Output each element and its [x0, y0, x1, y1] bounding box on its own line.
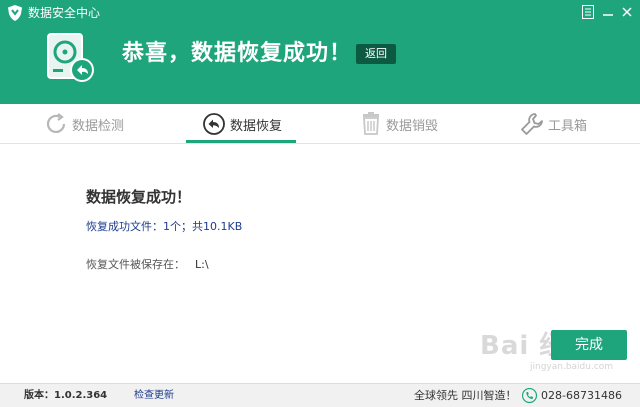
header-banner: 数据安全中心 恭喜，数据恢复成功！ 返回 — [0, 0, 640, 104]
tab-toolbox[interactable]: 工具箱 — [520, 104, 587, 144]
status-bar: 版本：1.0.2.364 检查更新 全球领先 四川智造！ 028-6873148… — [0, 383, 640, 407]
wrench-icon — [521, 113, 543, 135]
hero-title: 恭喜，数据恢复成功！ — [122, 41, 353, 66]
slogan: 全球领先 四川智造！ — [414, 389, 517, 402]
app-title: 数据安全中心 — [28, 6, 101, 20]
menu-button[interactable] — [578, 3, 598, 21]
phone-number: 028-68731486 — [541, 389, 622, 402]
tab-label: 数据销毁 — [386, 118, 439, 134]
save-path-row: 恢复文件被保存在： L:\ — [86, 258, 209, 272]
tab-data-recover[interactable]: 数据恢复 — [202, 104, 282, 144]
active-tab-indicator — [186, 140, 296, 143]
tab-bar: 数据检测 数据恢复 数据销毁 工具箱 — [0, 104, 640, 144]
shield-logo-icon — [8, 5, 22, 21]
close-button[interactable] — [617, 3, 637, 21]
version-label: 版本：1.0.2.364 — [24, 390, 108, 401]
result-title: 数据恢复成功！ — [86, 188, 192, 206]
tab-data-check[interactable]: 数据检测 — [44, 104, 124, 144]
trash-icon — [363, 112, 379, 135]
refresh-icon — [46, 113, 66, 133]
watermark-sub: jingyan.baidu.com — [530, 362, 614, 372]
save-path-value[interactable]: L:\ — [195, 258, 209, 272]
tab-data-destroy[interactable]: 数据销毁 — [360, 104, 438, 144]
minimize-button[interactable] — [598, 3, 618, 21]
phone-icon — [522, 388, 537, 403]
tab-label: 工具箱 — [548, 118, 588, 134]
tab-label: 数据检测 — [72, 118, 125, 134]
minimize-icon — [603, 14, 613, 16]
save-path-label: 恢复文件被保存在： — [86, 258, 185, 271]
back-button[interactable]: 返回 — [356, 44, 396, 64]
check-update-link[interactable]: 检查更新 — [134, 389, 174, 403]
menu-icon — [582, 5, 594, 19]
finish-button[interactable]: 完成 — [551, 330, 627, 360]
result-summary: 恢复成功文件：1个；共10.1KB — [86, 220, 243, 233]
close-icon — [622, 7, 632, 17]
title-bar[interactable]: 数据安全中心 — [0, 0, 640, 26]
undo-icon — [203, 113, 225, 135]
disk-recover-icon — [47, 33, 94, 82]
tab-label: 数据恢复 — [230, 118, 283, 134]
